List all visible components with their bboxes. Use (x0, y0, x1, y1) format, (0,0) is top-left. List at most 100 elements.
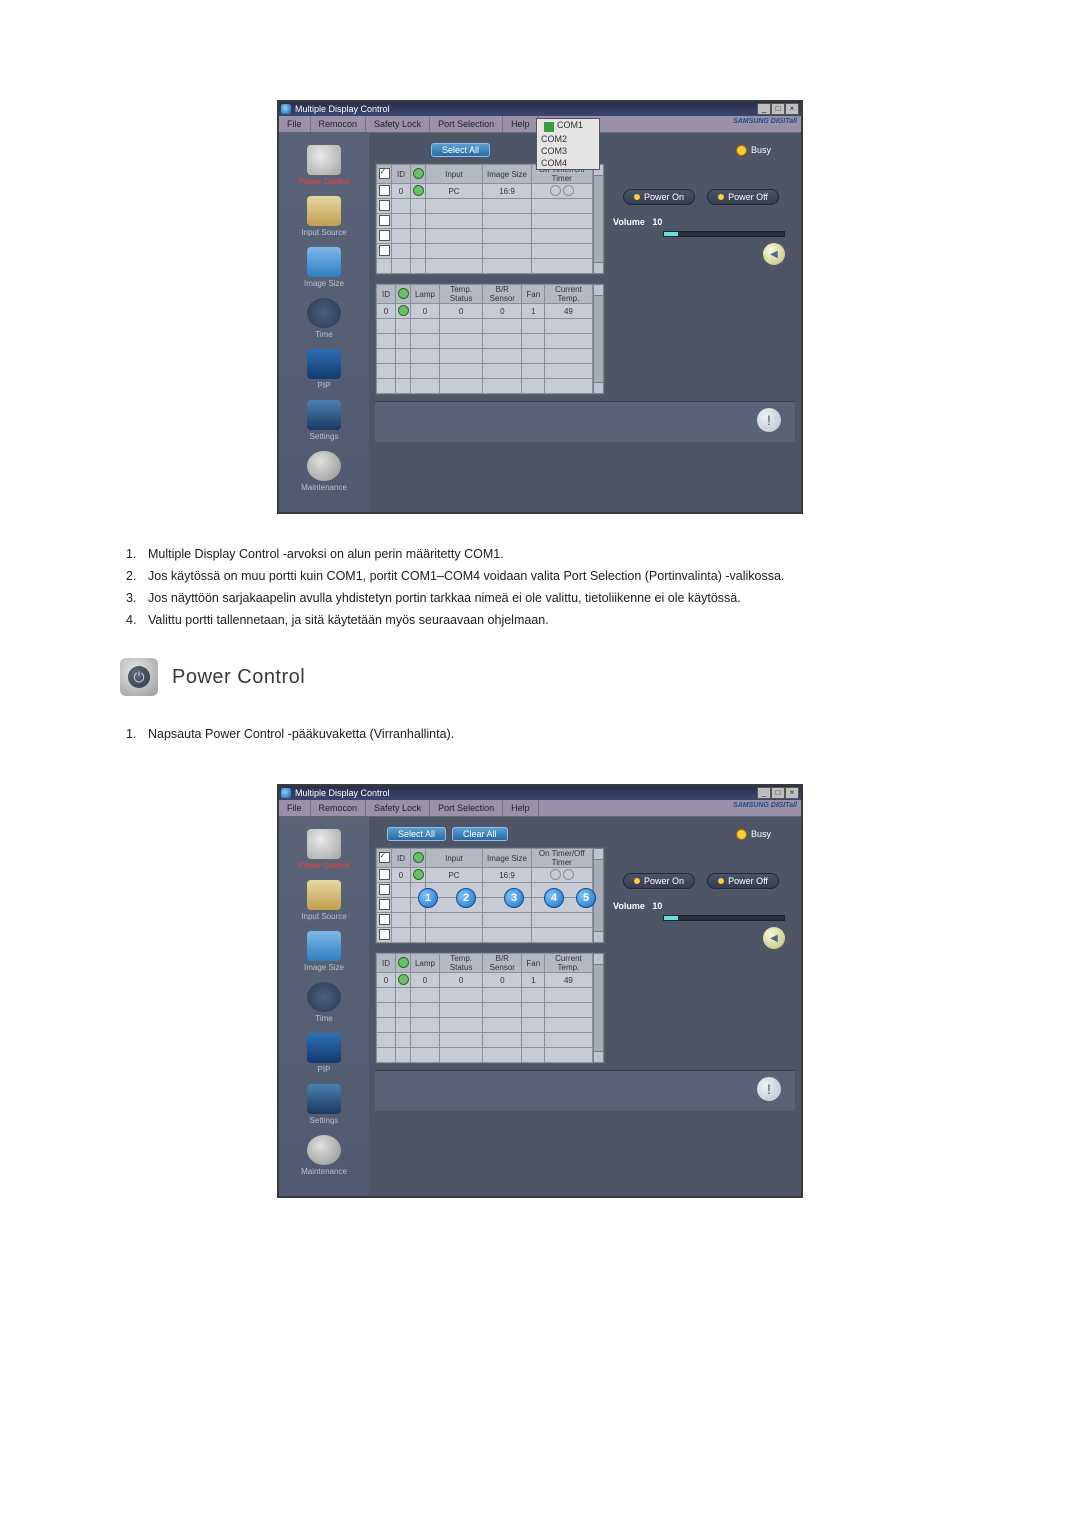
status-led-icon (398, 974, 409, 985)
cell-image-size: 16:9 (483, 868, 532, 883)
col-status (411, 849, 426, 868)
status-grid: ID Lamp Temp. Status B/R Sensor Fan Curr… (375, 283, 605, 395)
cell-temp-status: 0 (440, 304, 483, 319)
table-row (377, 1018, 593, 1033)
menu-safety-lock[interactable]: Safety Lock (366, 116, 430, 132)
select-all-button[interactable]: Select All (431, 143, 490, 157)
busy-indicator: Busy (736, 829, 771, 840)
select-all-checkbox[interactable] (379, 852, 390, 863)
power-control-icon (307, 829, 341, 859)
maintenance-icon (307, 451, 341, 481)
menu-port-selection[interactable]: Port Selection (430, 800, 503, 816)
sidebar-item-maintenance[interactable]: Maintenance (279, 1135, 369, 1176)
sidebar-item-maintenance[interactable]: Maintenance (279, 451, 369, 492)
sidebar-item-input-source[interactable]: Input Source (279, 880, 369, 921)
sidebar-item-image-size[interactable]: Image Size (279, 247, 369, 288)
cell-image-size: 16:9 (483, 184, 532, 199)
time-icon (307, 298, 341, 328)
power-off-button[interactable]: Power Off (707, 873, 779, 889)
status-led-icon (398, 957, 409, 968)
maximize-button[interactable]: □ (771, 103, 785, 115)
sidebar-item-power-control[interactable]: Power Control (279, 145, 369, 186)
clear-all-button[interactable]: Clear All (452, 827, 508, 841)
sidebar-item-power-control[interactable]: Power Control (279, 829, 369, 870)
sidebar-item-label: Input Source (279, 228, 369, 237)
close-button[interactable]: × (785, 787, 799, 799)
select-all-checkbox[interactable] (379, 168, 390, 179)
image-size-icon (307, 931, 341, 961)
select-all-button[interactable]: Select All (387, 827, 446, 841)
table-row (377, 259, 593, 274)
menu-remocon[interactable]: Remocon (311, 116, 367, 132)
titlebar: Multiple Display Control _ □ × (279, 786, 801, 800)
scrollbar[interactable] (593, 164, 605, 274)
cell-id: 0 (392, 184, 411, 199)
col-br-sensor: B/R Sensor (483, 285, 522, 304)
mute-button[interactable]: ◀ (763, 243, 785, 265)
table-row (377, 244, 593, 259)
sidebar-item-time[interactable]: Time (279, 298, 369, 339)
sidebar-item-settings[interactable]: Settings (279, 400, 369, 441)
maximize-button[interactable]: □ (771, 787, 785, 799)
close-button[interactable]: × (785, 103, 799, 115)
sidebar: Power Control Input Source Image Size Ti… (279, 133, 369, 512)
sidebar-item-time[interactable]: Time (279, 982, 369, 1023)
marker-5: 5 (576, 888, 596, 908)
cell-lamp: 0 (411, 973, 440, 988)
col-input: Input (426, 849, 483, 868)
table-row[interactable]: 0 0 0 0 1 49 (377, 973, 593, 988)
volume-value: 10 (652, 217, 662, 227)
table-row[interactable]: 0 PC 16:9 (377, 184, 593, 199)
col-id: ID (392, 165, 411, 184)
section-title: Power Control (172, 666, 305, 689)
busy-dot-icon (736, 829, 747, 840)
volume-value: 10 (652, 901, 662, 911)
volume-row: Volume 10 (613, 901, 795, 911)
sidebar-item-settings[interactable]: Settings (279, 1084, 369, 1125)
menu-safety-lock[interactable]: Safety Lock (366, 800, 430, 816)
sidebar-item-input-source[interactable]: Input Source (279, 196, 369, 237)
scrollbar[interactable] (593, 953, 605, 1063)
port-option-com3[interactable]: COM3 (537, 145, 599, 157)
sidebar-item-label: Input Source (279, 912, 369, 921)
window-title: Multiple Display Control (295, 104, 390, 114)
menu-file[interactable]: File (279, 116, 311, 132)
port-option-com4[interactable]: COM4 (537, 157, 599, 169)
cell-br: 0 (483, 973, 522, 988)
input-source-icon (307, 196, 341, 226)
sidebar-item-pip[interactable]: PIP (279, 1033, 369, 1074)
minimize-button[interactable]: _ (757, 103, 771, 115)
minimize-button[interactable]: _ (757, 787, 771, 799)
pip-icon (307, 349, 341, 379)
menu-file[interactable]: File (279, 800, 311, 816)
row-checkbox[interactable] (379, 185, 390, 196)
doc-list-1: 1.Multiple Display Control -arvoksi on a… (126, 544, 990, 630)
port-option-com1[interactable]: COM1 (557, 120, 583, 130)
sidebar-item-label: Maintenance (279, 1167, 369, 1176)
sidebar: Power Control Input Source Image Size Ti… (279, 817, 369, 1196)
port-selection-dropdown[interactable]: COM1 COM2 COM3 COM4 (536, 118, 600, 170)
scrollbar[interactable] (593, 284, 605, 394)
volume-slider[interactable] (663, 915, 785, 921)
sidebar-item-pip[interactable]: PIP (279, 349, 369, 390)
sidebar-item-label: Time (279, 330, 369, 339)
menu-remocon[interactable]: Remocon (311, 800, 367, 816)
power-on-button[interactable]: Power On (623, 873, 695, 889)
col-status (396, 954, 411, 973)
mute-button[interactable]: ◀ (763, 927, 785, 949)
menu-help[interactable]: Help (503, 800, 539, 816)
col-id: ID (392, 849, 411, 868)
brand-logo: SAMSUNG DIGITall (733, 802, 797, 809)
port-option-com2[interactable]: COM2 (537, 133, 599, 145)
doc-list-item: Multiple Display Control -arvoksi on alu… (148, 544, 504, 564)
busy-label: Busy (751, 829, 771, 839)
power-off-button[interactable]: Power Off (707, 189, 779, 205)
table-row[interactable]: 0 PC 16:9 (377, 868, 593, 883)
volume-slider[interactable] (663, 231, 785, 237)
sidebar-item-image-size[interactable]: Image Size (279, 931, 369, 972)
power-on-button[interactable]: Power On (623, 189, 695, 205)
table-row[interactable]: 0 0 0 0 1 49 (377, 304, 593, 319)
menu-port-selection[interactable]: Port Selection (430, 116, 503, 132)
menu-help[interactable]: Help (503, 116, 539, 132)
row-checkbox[interactable] (379, 869, 390, 880)
